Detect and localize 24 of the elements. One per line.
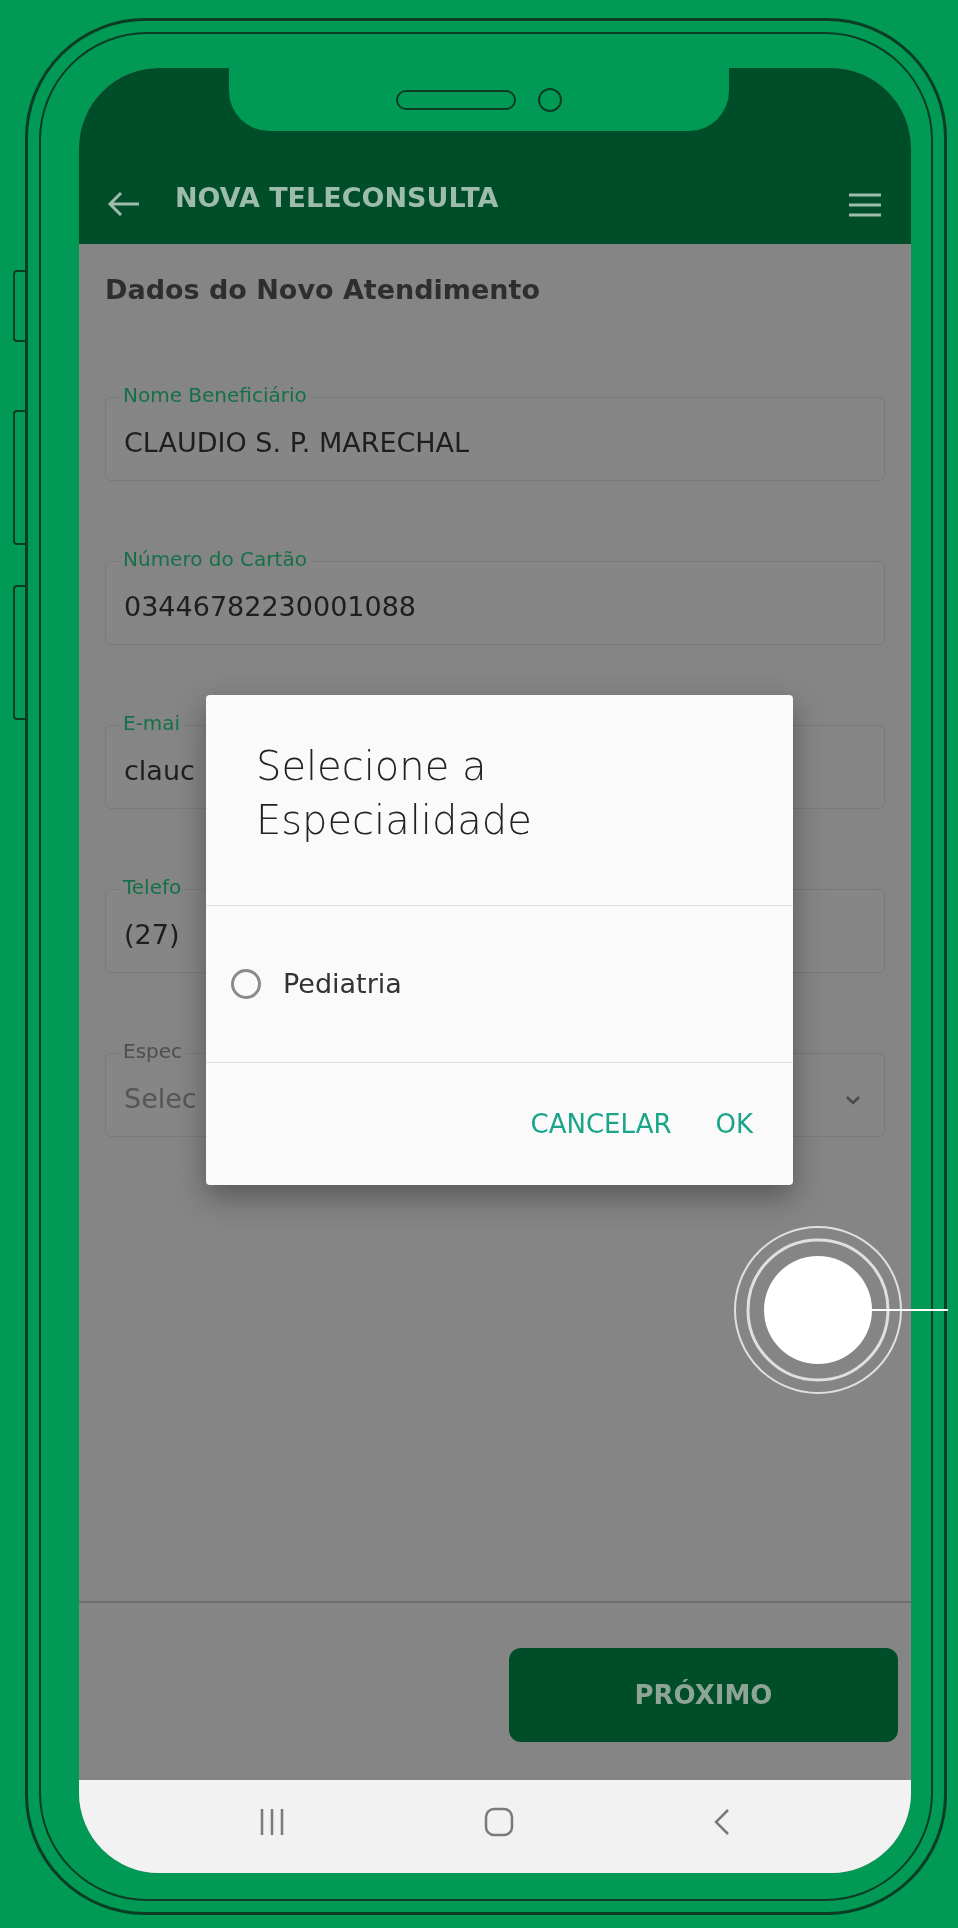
field-value: clauc [124, 754, 195, 789]
field-value: CLAUDIO S. P. MARECHAL [124, 426, 470, 461]
speaker-grille-icon [396, 89, 516, 110]
field-value: (27) [124, 918, 180, 953]
dialog-title: Selecione a Especialidade [256, 742, 533, 845]
menu-button[interactable] [847, 192, 883, 218]
back-icon[interactable] [712, 1806, 732, 1837]
field-value: 03446782230001088 [124, 590, 417, 625]
radio-button[interactable] [231, 969, 261, 999]
dialog-action[interactable]: OK [715, 1104, 753, 1144]
option-label: Pediatria [283, 966, 402, 1001]
recent-apps-icon[interactable] [258, 1806, 286, 1837]
back-arrow-icon [107, 190, 141, 218]
next-button[interactable]: PRÓXIMO [509, 1648, 898, 1742]
menu-icon [847, 192, 883, 218]
section-heading: Dados do Novo Atendimento [105, 273, 541, 307]
header-title: NOVA TELECONSULTA [175, 180, 500, 215]
dialog-action[interactable]: CANCELAR [530, 1104, 672, 1144]
chevron-down-icon [844, 1093, 862, 1106]
camera-icon [538, 87, 562, 112]
home-icon[interactable] [484, 1806, 514, 1837]
touch-indicator-icon [733, 1225, 948, 1395]
radio-option[interactable]: Pediatria [206, 963, 793, 1005]
back-button[interactable] [107, 190, 141, 218]
